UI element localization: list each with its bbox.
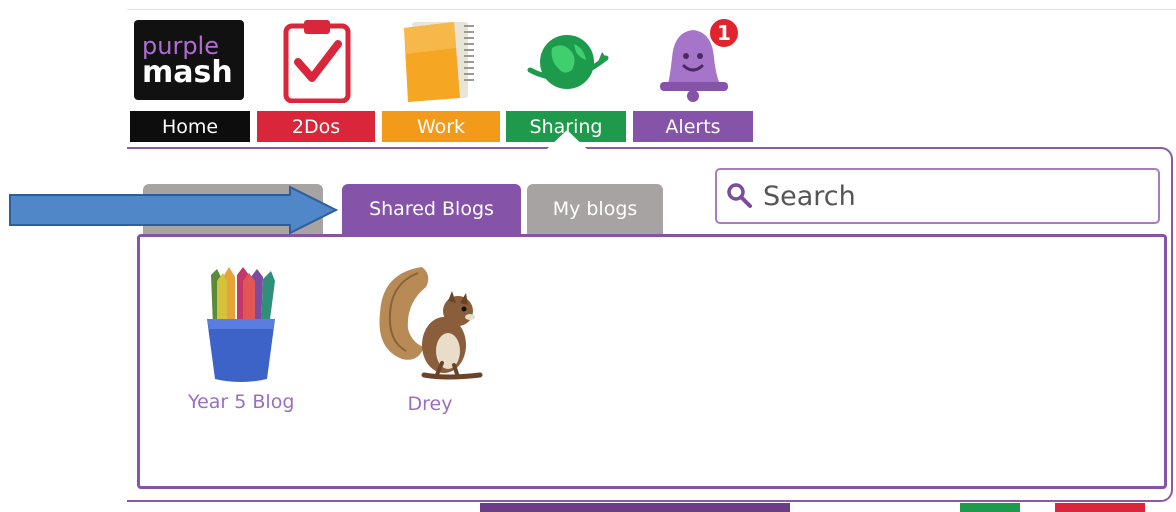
nav-tab-home[interactable]: Home bbox=[130, 111, 250, 142]
purple-mash-logo[interactable]: purple mash bbox=[134, 20, 244, 100]
panel-pointer bbox=[547, 130, 587, 149]
background-fragment bbox=[960, 503, 1020, 512]
search-input[interactable] bbox=[761, 179, 1155, 213]
search-icon bbox=[727, 183, 752, 208]
squirrel-icon bbox=[379, 267, 483, 380]
blog-label: Year 5 Blog bbox=[188, 391, 295, 413]
search-box[interactable] bbox=[715, 168, 1160, 224]
tab-shared-blogs[interactable]: Shared Blogs bbox=[342, 184, 521, 234]
alerts-count-badge: 1 bbox=[708, 17, 740, 49]
work-folder-icon[interactable] bbox=[402, 18, 480, 103]
blog-list: Year 5 Blog Drey bbox=[137, 234, 1167, 489]
blog-label: Drey bbox=[407, 393, 453, 415]
tab-my-blogs[interactable]: My blogs bbox=[527, 184, 663, 234]
nav-tab-work[interactable]: Work bbox=[382, 111, 500, 142]
nav-tab-alerts[interactable]: Alerts bbox=[633, 111, 753, 142]
sharing-globe-icon[interactable] bbox=[522, 18, 612, 103]
background-fragment bbox=[1055, 503, 1145, 512]
background-fragment bbox=[480, 503, 790, 512]
blog-item-year5[interactable]: Year 5 Blog bbox=[188, 267, 294, 413]
pointer-arrow-icon bbox=[9, 185, 339, 235]
clipboard-check-icon[interactable] bbox=[282, 18, 352, 103]
nav-tab-2dos[interactable]: 2Dos bbox=[257, 111, 375, 142]
crayon-pot-icon bbox=[207, 267, 276, 382]
blog-item-drey[interactable]: Drey bbox=[372, 263, 488, 415]
top-border bbox=[127, 9, 1176, 10]
